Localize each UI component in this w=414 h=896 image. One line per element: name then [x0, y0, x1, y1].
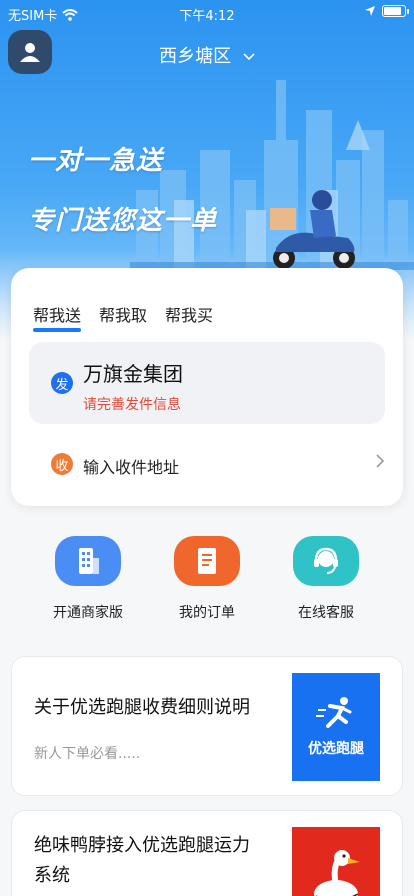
news-title: 关于优选跑腿收费细则说明	[34, 697, 250, 718]
receiver-address-field[interactable]: 收 输入收件地址	[29, 444, 385, 484]
hero-slogan-line2: 专门送您这一单	[28, 206, 218, 236]
merchant-version-button[interactable]: 开通商家版	[28, 536, 148, 622]
chevron-right-icon	[376, 454, 385, 468]
receiver-badge: 收	[51, 453, 73, 475]
location-arrow-icon	[365, 6, 375, 16]
runner-icon	[316, 697, 352, 728]
city-skyline-illustration	[130, 80, 414, 270]
hero-slogan-line1: 一对一急送	[28, 146, 164, 176]
battery-level	[384, 7, 402, 15]
news-title: 绝味鸭脖接入优选跑腿运力系统	[34, 835, 250, 886]
customer-service-button[interactable]: 在线客服	[266, 536, 386, 622]
my-orders-label: 我的订单	[179, 605, 235, 621]
headset-icon	[293, 536, 359, 586]
news-thumbnail: 优选跑腿	[292, 673, 380, 781]
tab-pickup[interactable]: 帮我取	[99, 302, 147, 326]
service-tabs: 帮我送 帮我取 帮我买	[33, 302, 213, 332]
status-time: 下午4:12	[179, 9, 235, 24]
tab-buy[interactable]: 帮我买	[165, 302, 213, 326]
location-label: 西乡塘区	[159, 46, 232, 67]
merchant-version-label: 开通商家版	[53, 605, 123, 621]
status-bar: 无SIM卡 下午4:12	[0, 0, 414, 26]
building-icon	[55, 536, 121, 586]
order-card: 帮我送 帮我取 帮我买 发 万旗金集团 请完善发件信息 收 输入收件地址	[11, 268, 403, 506]
my-orders-button[interactable]: 我的订单	[147, 536, 267, 622]
sender-hint: 请完善发件信息	[83, 397, 181, 413]
sender-info-field[interactable]: 发 万旗金集团 请完善发件信息	[29, 342, 385, 424]
location-selector[interactable]: 西乡塘区	[0, 42, 414, 68]
tab-send[interactable]: 帮我送	[33, 302, 82, 332]
receiver-label: 输入收件地址	[83, 458, 180, 477]
duck-logo-icon	[314, 850, 360, 896]
receipt-icon	[174, 536, 240, 586]
sender-badge: 发	[51, 372, 73, 394]
customer-service-label: 在线客服	[298, 605, 354, 621]
news-thumbnail	[292, 827, 380, 896]
chevron-down-icon	[243, 53, 255, 61]
news-thumb-text: 优选跑腿	[308, 741, 364, 757]
news-card-fee-rules[interactable]: 关于优选跑腿收费细则说明 新人下单必看..... 优选跑腿	[11, 656, 403, 796]
battery-icon	[382, 5, 409, 17]
sender-name: 万旗金集团	[83, 362, 183, 386]
status-right	[364, 5, 409, 17]
news-card-jueweiyabo[interactable]: 绝味鸭脖接入优选跑腿运力系统	[11, 810, 403, 896]
news-subtitle: 新人下单必看.....	[34, 746, 141, 762]
quick-actions: 开通商家版 我的订单 在线客服	[0, 536, 414, 626]
